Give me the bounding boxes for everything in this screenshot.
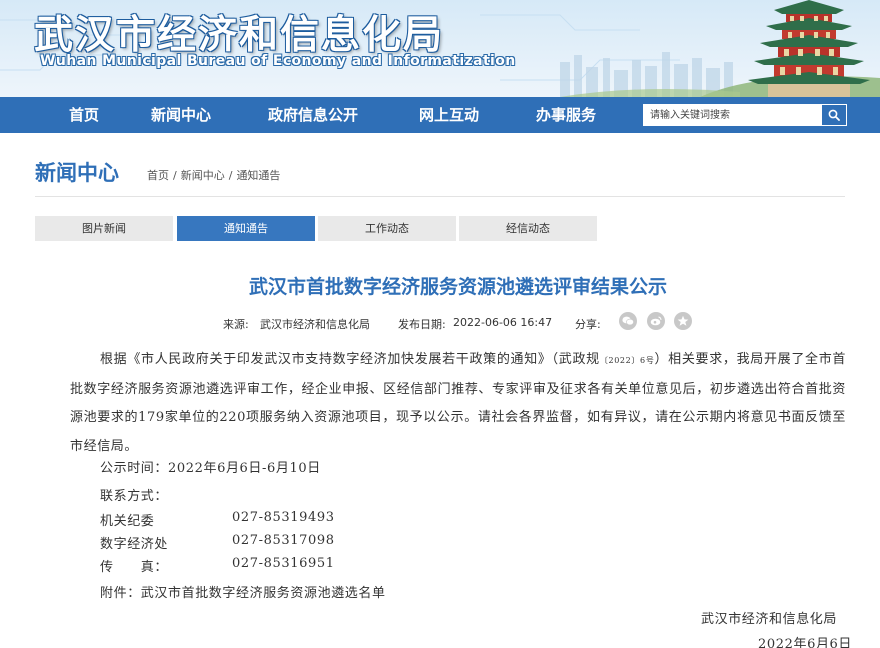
tab-work-updates[interactable]: 工作动态 [318, 216, 456, 241]
site-subtitle: Wuhan Municipal Bureau of Economy and In… [40, 53, 516, 69]
search-icon [828, 109, 840, 121]
nav-item-home[interactable]: 首页 [69, 97, 99, 133]
breadcrumb-home[interactable]: 首页 [147, 169, 169, 182]
site-title: 武汉市经济和信息化局 [34, 12, 445, 58]
share-wechat-button[interactable] [619, 312, 637, 330]
contact-name-2: 数字经济处 [100, 537, 169, 552]
nav-item-gov-info[interactable]: 政府信息公开 [268, 97, 358, 133]
favorite-icon [677, 315, 689, 326]
date-value: 2022-06-06 16:47 [453, 316, 553, 329]
weibo-icon [650, 316, 662, 326]
nav-item-services[interactable]: 办事服务 [536, 97, 596, 133]
article-body: 根据《市人民政府关于印发武汉市支持数字经济加快发展若干政策的通知》（武政规〔20… [70, 346, 846, 461]
attachment-link[interactable]: 附件：武汉市首批数字经济服务资源池遴选名单 [100, 582, 386, 601]
share-label: 分享: [575, 318, 601, 331]
article-title: 武汉市首批数字经济服务资源池遴选评审结果公示 [248, 276, 667, 298]
breadcrumb-notices[interactable]: 通知通告 [236, 169, 280, 182]
section-divider [35, 196, 845, 197]
share-favorite-button[interactable] [674, 312, 692, 330]
source-label: 来源: [223, 318, 249, 331]
article-body-part2: ）相关要求，我局开展了全市首批数字经济服务资源池遴选评审工作，经企业申报、区经信… [70, 352, 846, 454]
search-button[interactable] [821, 104, 847, 126]
contact-name-1: 机关纪委 [100, 514, 155, 529]
breadcrumb: 首页 / 新闻中心 / 通知通告 [147, 169, 281, 182]
search-input[interactable] [643, 104, 821, 126]
publicity-period: 公示时间：2022年6月6日-6月10日 [100, 461, 321, 476]
section-title: 新闻中心 [35, 161, 119, 185]
article-doc-number: 〔2022〕6号 [599, 356, 655, 365]
contact-phone-2: 027-85317098 [232, 533, 335, 548]
contact-phone-1: 027-85319493 [232, 510, 335, 525]
nav-item-interaction[interactable]: 网上互动 [419, 97, 479, 133]
signature-date: 2022年6月6日 [758, 637, 853, 648]
tab-notices[interactable]: 通知通告 [177, 216, 315, 241]
tower-illustration [748, 0, 870, 97]
share-weibo-button[interactable] [647, 312, 665, 330]
header-banner: 武汉市经济和信息化局 Wuhan Municipal Bureau of Eco… [0, 0, 880, 97]
contact-label: 联系方式： [100, 489, 169, 504]
tab-photo-news[interactable]: 图片新闻 [35, 216, 173, 241]
tab-economy-updates[interactable]: 经信动态 [459, 216, 597, 241]
contact-name-3: 传 真： [100, 560, 169, 575]
article-body-part1: 根据《市人民政府关于印发武汉市支持数字经济加快发展若干政策的通知》（武政规 [100, 352, 600, 367]
breadcrumb-news[interactable]: 新闻中心 [181, 169, 225, 182]
contact-phone-3: 027-85316951 [232, 556, 335, 571]
source-value: 武汉市经济和信息化局 [260, 318, 370, 331]
date-label: 发布日期: [398, 318, 446, 331]
nav-item-news[interactable]: 新闻中心 [151, 97, 211, 133]
wechat-icon [622, 316, 634, 326]
signature-org: 武汉市经济和信息化局 [701, 612, 838, 627]
